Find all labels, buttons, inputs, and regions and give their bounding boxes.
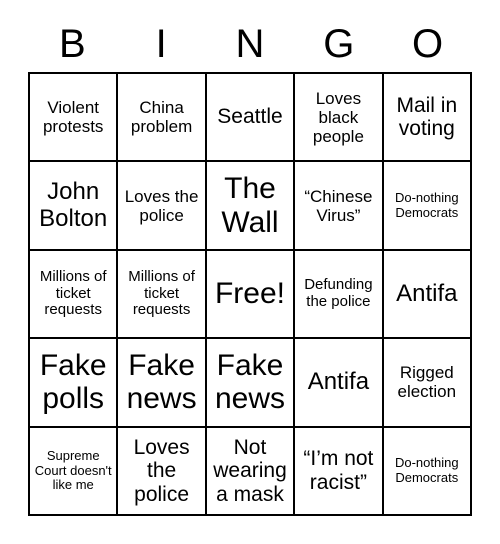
bingo-cell-r3c2[interactable]: Millions of ticket requests: [118, 250, 207, 340]
bingo-cell-label: Do-nothing Democrats: [394, 190, 459, 220]
bingo-cell-label: Seattle: [217, 105, 283, 129]
bingo-cell-label: Free!: [214, 277, 285, 311]
bingo-cell-r3c4[interactable]: Defunding the police: [295, 250, 384, 340]
bingo-cell-label: Violent protests: [42, 98, 104, 137]
bingo-cell-r1c3[interactable]: Seattle: [206, 74, 296, 163]
bingo-cell-r5c2[interactable]: Loves the police: [118, 427, 207, 516]
bingo-cell-label: Loves the police: [124, 186, 199, 225]
bingo-cell-label: Defunding the police: [304, 276, 373, 310]
bingo-header-letter-n: N: [235, 22, 265, 66]
bingo-cell-r2c1[interactable]: John Bolton: [30, 162, 119, 251]
bingo-cell-r2c3[interactable]: The Wall: [206, 162, 296, 251]
bingo-cell-r1c5[interactable]: Mail in voting: [383, 74, 472, 163]
bingo-cell-label: The Wall: [221, 172, 279, 239]
bingo-cell-label: “Chinese Virus”: [304, 186, 373, 225]
bingo-cell-r3c5[interactable]: Antifa: [383, 250, 472, 340]
bingo-header-letter-g: G: [323, 22, 355, 66]
bingo-cell-r2c4[interactable]: “Chinese Virus”: [295, 162, 384, 251]
bingo-cell-r1c1[interactable]: Violent protests: [30, 74, 119, 163]
bingo-cell-label: Loves black people: [312, 88, 364, 146]
bingo-cell-r4c3[interactable]: Fake news: [206, 339, 296, 428]
bingo-cell-r1c4[interactable]: Loves black people: [295, 74, 384, 163]
bingo-header-letter-i: I: [155, 22, 167, 66]
bingo-cell-r4c2[interactable]: Fake news: [118, 339, 207, 428]
bingo-cell-label: Antifa: [396, 279, 458, 307]
bingo-cell-r4c4[interactable]: Antifa: [295, 339, 384, 428]
bingo-cell-r3c1[interactable]: Millions of ticket requests: [30, 250, 119, 340]
bingo-cell-label: Millions of ticket requests: [39, 267, 107, 319]
bingo-cell-r5c1[interactable]: Supreme Court doesn't like me: [30, 427, 119, 516]
bingo-cell-label: Fake news: [126, 348, 197, 416]
bingo-cell-label: John Bolton: [39, 177, 108, 232]
bingo-grid: Violent protests China problem Seattle L…: [28, 72, 472, 516]
bingo-cell-label: “I’m not racist”: [303, 447, 374, 494]
bingo-header-letter-o: O: [412, 22, 444, 66]
bingo-cell-r4c5[interactable]: Rigged election: [383, 339, 472, 428]
bingo-cell-free-space[interactable]: Free!: [206, 250, 296, 340]
bingo-card: B I N G O Violent protests China problem…: [0, 0, 500, 544]
bingo-cell-label: China problem: [130, 98, 193, 137]
bingo-cell-r5c5[interactable]: Do-nothing Democrats: [383, 427, 472, 516]
bingo-cell-r2c5[interactable]: Do-nothing Democrats: [383, 162, 472, 251]
bingo-cell-r4c1[interactable]: Fake polls: [30, 339, 119, 428]
bingo-cell-label: Not wearing a mask: [213, 435, 287, 506]
bingo-cell-label: Millions of ticket requests: [128, 267, 195, 319]
bingo-cell-r1c2[interactable]: China problem: [118, 74, 207, 163]
bingo-cell-label: Supreme Court doesn't like me: [34, 447, 112, 493]
bingo-cell-r5c3[interactable]: Not wearing a mask: [206, 427, 296, 516]
bingo-cell-label: Mail in voting: [396, 93, 458, 141]
bingo-header-row: B I N G O: [28, 18, 472, 70]
bingo-cell-label: Fake news: [214, 348, 286, 416]
bingo-cell-r5c4[interactable]: “I’m not racist”: [295, 427, 384, 516]
bingo-cell-label: Rigged election: [397, 363, 457, 402]
bingo-cell-label: Fake polls: [39, 348, 107, 416]
bingo-cell-label: Antifa: [307, 367, 370, 395]
bingo-header-letter-b: B: [59, 22, 86, 66]
bingo-cell-r2c2[interactable]: Loves the police: [118, 162, 207, 251]
bingo-cell-label: Do-nothing Democrats: [394, 455, 459, 485]
bingo-cell-label: Loves the police: [133, 435, 190, 506]
